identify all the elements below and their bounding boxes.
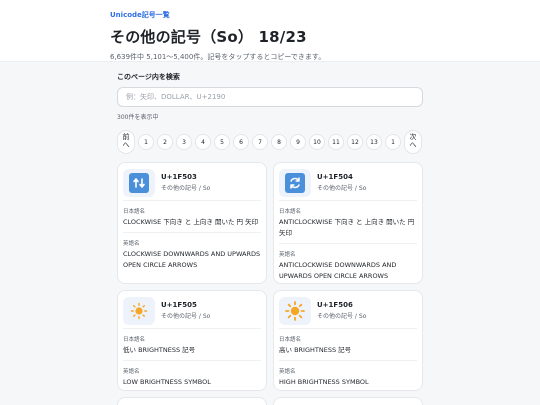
english-name-label: 英語名 — [123, 369, 140, 375]
glyph-box — [279, 296, 311, 325]
result-count: 300件を表示中 — [117, 114, 159, 121]
page-button-10[interactable]: 10 — [309, 134, 325, 150]
search-input[interactable] — [117, 87, 423, 107]
page-button-3[interactable]: 3 — [176, 134, 192, 150]
english-name: ANTICLOCKWISE DOWNWARDS AND UPWARDS OPEN… — [279, 261, 397, 280]
japanese-name-label: 日本語名 — [123, 209, 146, 215]
page-button-4[interactable]: 4 — [195, 134, 211, 150]
page-button-13[interactable]: 13 — [366, 134, 382, 150]
glyph-box — [123, 168, 155, 197]
symbol-card[interactable]: U+1F505 その他の記号 / So 日本語名 低い BRIGHTNESS 記… — [117, 290, 267, 391]
clockwise-arrows-icon — [129, 172, 149, 193]
english-name: CLOCKWISE DOWNWARDS AND UPWARDS OPEN CIR… — [123, 250, 261, 269]
symbol-card[interactable]: U+1F503 その他の記号 / So 日本語名 CLOCKWISE 下向き と… — [117, 162, 267, 284]
high-brightness-icon — [285, 300, 305, 321]
japanese-name: 高い BRIGHTNESS 記号 — [279, 346, 352, 354]
english-name: HIGH BRIGHTNESS SYMBOL — [279, 378, 369, 386]
next-arrow: へ — [409, 141, 417, 149]
page-button-partial[interactable]: 1 — [385, 134, 401, 150]
prev-arrow: へ — [122, 141, 130, 149]
symbol-category: その他の記号 / So — [161, 313, 211, 320]
symbol-category: その他の記号 / So — [161, 185, 211, 192]
symbol-card-partial[interactable] — [117, 397, 267, 405]
page-button-2[interactable]: 2 — [157, 134, 173, 150]
symbol-card[interactable]: U+1F506 その他の記号 / So 日本語名 高い BRIGHTNESS 記… — [273, 290, 423, 391]
page-button-11[interactable]: 11 — [328, 134, 344, 150]
page-header: Unicode記号一覧 その他の記号（So） 18/23 6,639件中 5,1… — [0, 0, 540, 62]
card-header: U+1F506 その他の記号 / So — [279, 296, 417, 329]
prev-page-button[interactable]: 前 へ — [117, 130, 135, 154]
japanese-name: CLOCKWISE 下向き と 上向き 開いた 円 矢印 — [123, 218, 259, 226]
english-name-label: 英語名 — [279, 252, 296, 258]
page-button-6[interactable]: 6 — [233, 134, 249, 150]
page-title: その他の記号（So） 18/23 — [110, 28, 307, 46]
card-header: U+1F505 その他の記号 / So — [123, 296, 261, 329]
symbol-card[interactable]: U+1F504 その他の記号 / So 日本語名 ANTICLOCKWISE 下… — [273, 162, 423, 284]
card-header: U+1F503 その他の記号 / So — [123, 168, 261, 201]
anticlockwise-arrows-icon — [285, 172, 305, 193]
page-button-8[interactable]: 8 — [271, 134, 287, 150]
english-name: LOW BRIGHTNESS SYMBOL — [123, 378, 211, 386]
next-page-button[interactable]: 次 へ — [404, 130, 422, 154]
japanese-name: 低い BRIGHTNESS 記号 — [123, 346, 196, 354]
search-section: このページ内を検索 300件を表示中 — [117, 72, 423, 121]
symbol-category: その他の記号 / So — [317, 313, 367, 320]
symbol-grid: U+1F503 その他の記号 / So 日本語名 CLOCKWISE 下向き と… — [117, 162, 423, 405]
japanese-name-label: 日本語名 — [279, 209, 302, 215]
page-button-9[interactable]: 9 — [290, 134, 306, 150]
search-label: このページ内を検索 — [117, 73, 180, 81]
english-name-label: 英語名 — [123, 241, 140, 247]
low-brightness-icon — [129, 301, 149, 321]
symbol-code: U+1F506 — [317, 301, 353, 309]
page-button-12[interactable]: 12 — [347, 134, 363, 150]
english-name-label: 英語名 — [279, 369, 296, 375]
symbol-code: U+1F504 — [317, 173, 353, 181]
japanese-name-label: 日本語名 — [279, 337, 302, 343]
symbol-card-partial[interactable] — [273, 397, 423, 405]
japanese-name-label: 日本語名 — [123, 337, 146, 343]
page-button-1[interactable]: 1 — [138, 134, 154, 150]
pagination: 前 へ 1 2 3 4 5 6 7 8 9 10 11 12 13 1 次 へ — [117, 130, 423, 154]
page-button-7[interactable]: 7 — [252, 134, 268, 150]
card-header: U+1F504 その他の記号 / So — [279, 168, 417, 201]
symbol-code: U+1F503 — [161, 173, 197, 181]
page-subtitle: 6,639件中 5,101〜5,400件。記号をタップするとコピーできます。 — [110, 53, 326, 61]
glyph-box — [123, 296, 155, 325]
page-button-5[interactable]: 5 — [214, 134, 230, 150]
symbol-category: その他の記号 / So — [317, 185, 367, 192]
japanese-name: ANTICLOCKWISE 下向き と 上向き 開いた 円 矢印 — [279, 218, 415, 237]
glyph-box — [279, 168, 311, 197]
breadcrumb-link[interactable]: Unicode記号一覧 — [110, 10, 540, 20]
symbol-code: U+1F505 — [161, 301, 197, 309]
